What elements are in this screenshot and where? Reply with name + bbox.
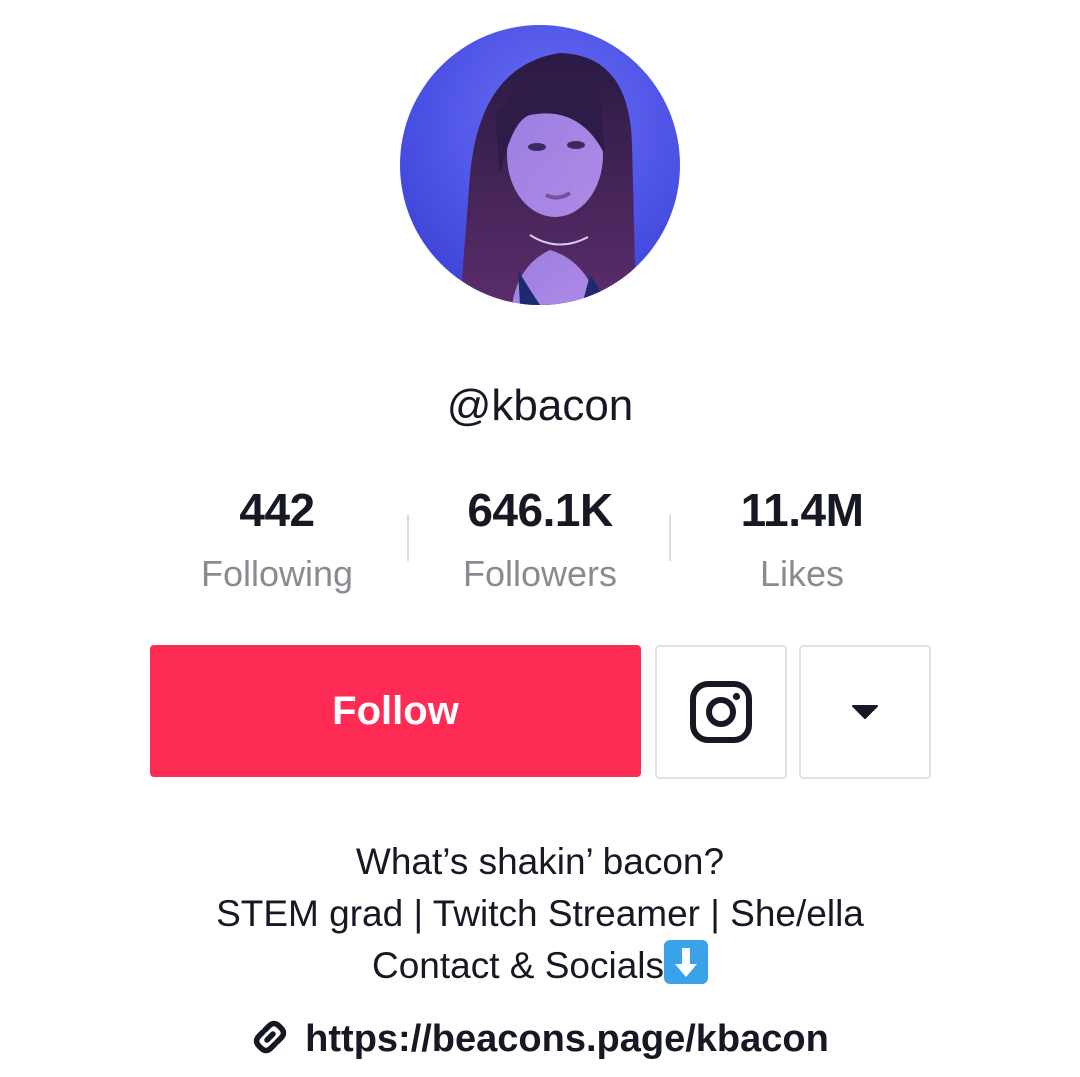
following-count: 442 bbox=[239, 484, 315, 536]
bio-link-text[interactable]: https://beacons.page/kbacon bbox=[305, 1018, 829, 1060]
bio-line: STEM grad | Twitch Streamer | She/ella bbox=[216, 893, 864, 934]
instagram-icon bbox=[690, 681, 752, 743]
profile-avatar[interactable] bbox=[400, 25, 680, 305]
stat-following[interactable]: 442 Following bbox=[157, 478, 397, 606]
more-options-button[interactable] bbox=[799, 645, 931, 779]
bio-line: What’s shakin’ bacon? bbox=[355, 841, 725, 882]
bio-contact-text: Contact & Socials bbox=[371, 945, 665, 986]
down-arrow-emoji bbox=[664, 940, 709, 984]
following-label: Following bbox=[200, 553, 354, 594]
instagram-button[interactable] bbox=[655, 645, 787, 779]
follow-button[interactable]: Follow bbox=[150, 645, 641, 777]
avatar-photo bbox=[400, 25, 680, 305]
link-icon bbox=[253, 1020, 287, 1054]
stat-likes[interactable]: 11.4M Likes bbox=[682, 478, 922, 606]
stats-divider bbox=[669, 515, 671, 561]
followers-label: Followers bbox=[462, 553, 618, 594]
likes-count: 11.4M bbox=[740, 484, 864, 536]
profile-stats: 442 Following 646.1K Followers 11.4M Lik… bbox=[0, 478, 1080, 608]
stat-followers[interactable]: 646.1K Followers bbox=[420, 478, 660, 606]
likes-label: Likes bbox=[759, 553, 845, 594]
bio-link[interactable]: https://beacons.page/kbacon bbox=[0, 1012, 1080, 1066]
stats-divider bbox=[407, 515, 409, 561]
caret-down-icon bbox=[852, 705, 878, 719]
followers-count: 646.1K bbox=[467, 484, 613, 536]
profile-bio: What’s shakin’ bacon? STEM grad | Twitch… bbox=[0, 836, 1080, 992]
username: @kbacon bbox=[446, 381, 634, 430]
bio-line: Contact & Socials bbox=[0, 940, 1080, 992]
